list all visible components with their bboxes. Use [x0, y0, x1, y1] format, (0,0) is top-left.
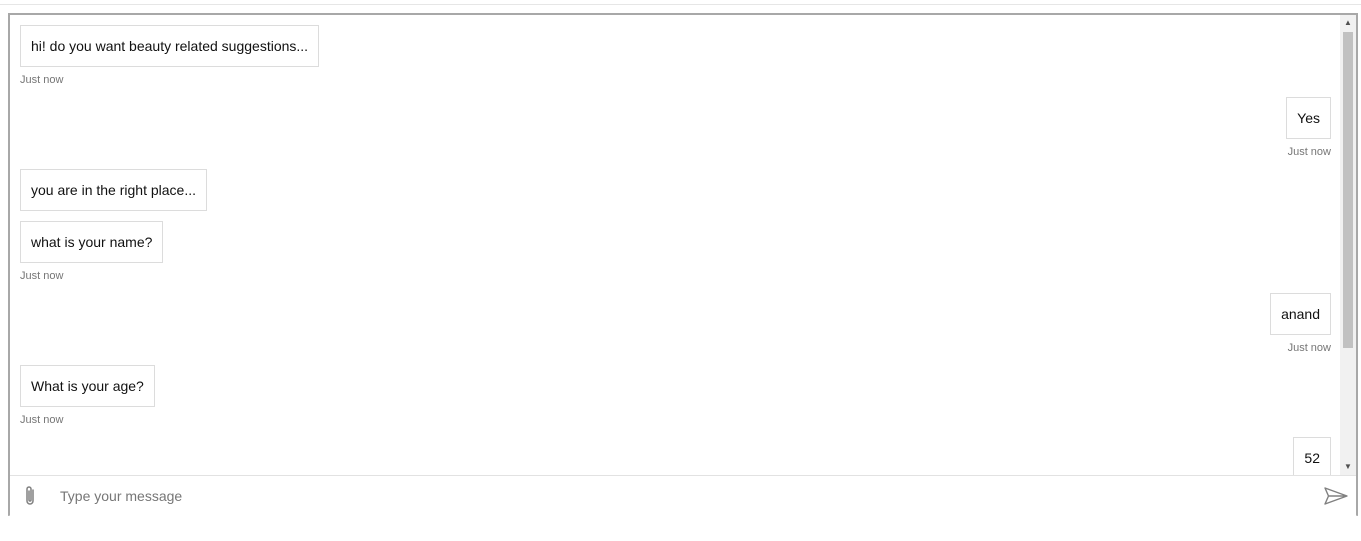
user-message: Yes [1286, 97, 1331, 139]
bot-message: what is your name? [20, 221, 164, 263]
bot-message: hi! do you want beauty related suggestio… [20, 25, 320, 67]
chat-history[interactable]: hi! do you want beauty related suggestio… [10, 15, 1344, 475]
message-timestamp: Just now [20, 74, 64, 86]
message-timestamp: Just now [20, 414, 64, 426]
user-message: 52 [1293, 437, 1331, 475]
scroll-up-arrow-icon[interactable]: ▲ [1340, 15, 1356, 31]
chat-scrollbar[interactable]: ▲ ▼ [1340, 15, 1356, 475]
message-timestamp: Just now [1287, 342, 1331, 354]
top-divider [0, 4, 1361, 5]
scroll-thumb[interactable] [1343, 32, 1353, 348]
bot-message: you are in the right place... [20, 169, 207, 211]
attach-button[interactable] [18, 483, 42, 509]
message-input[interactable] [58, 482, 1312, 510]
bot-message: What is your age? [20, 365, 155, 407]
scroll-down-arrow-icon[interactable]: ▼ [1340, 459, 1356, 475]
send-button[interactable] [1322, 484, 1350, 508]
message-timestamp: Just now [1287, 146, 1331, 158]
send-icon [1324, 487, 1348, 505]
chat-window: hi! do you want beauty related suggestio… [8, 13, 1358, 516]
paperclip-icon [26, 486, 34, 505]
user-message: anand [1270, 293, 1331, 335]
message-composer [10, 475, 1356, 516]
message-timestamp: Just now [20, 270, 64, 282]
